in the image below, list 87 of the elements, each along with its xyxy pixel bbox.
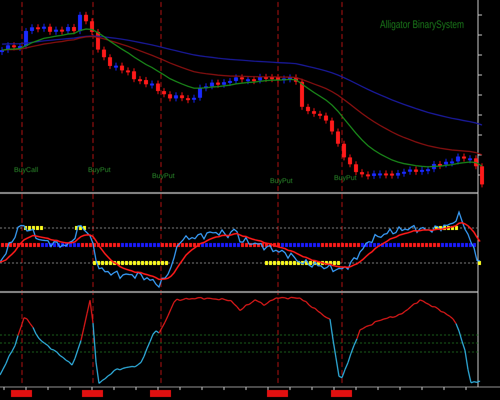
candlestick (324, 112, 328, 124)
candlestick (120, 62, 124, 74)
candlestick (192, 94, 196, 104)
candlestick (444, 158, 448, 168)
candlestick (108, 54, 112, 70)
candlestick (252, 76, 256, 85)
candlestick (54, 26, 58, 36)
candlestick (84, 11, 88, 25)
candlestick (102, 46, 106, 61)
candlestick (474, 154, 478, 170)
candlestick (228, 77, 232, 86)
candlestick (336, 128, 340, 148)
candlestick (18, 42, 22, 52)
time-marker (11, 390, 32, 397)
candlestick (0, 46, 4, 56)
candlestick (408, 166, 412, 176)
candlestick (426, 166, 430, 175)
candlestick (468, 154, 472, 164)
candlestick (216, 79, 220, 88)
candlestick (36, 24, 40, 33)
candlestick (246, 76, 250, 85)
candlestick (390, 170, 394, 180)
candlestick (438, 160, 442, 170)
candlestick (48, 23, 52, 36)
candlestick (462, 153, 466, 162)
candlestick (6, 42, 10, 54)
candlestick (90, 18, 94, 36)
candlestick (480, 162, 484, 188)
candlestick (12, 42, 16, 51)
candlestick (240, 74, 244, 83)
time-marker (267, 390, 288, 397)
candlestick (114, 62, 118, 72)
candlestick (342, 140, 346, 161)
candlestick (150, 80, 154, 89)
candlestick (450, 158, 454, 167)
time-marker (82, 390, 103, 397)
candlestick (96, 28, 100, 54)
candlestick (222, 78, 226, 88)
candlestick (318, 110, 322, 120)
candlestick (42, 23, 46, 32)
candlestick (78, 11, 82, 35)
candlestick (300, 78, 304, 110)
candlestick (174, 92, 178, 102)
candlestick (354, 160, 358, 176)
candlestick (306, 103, 310, 115)
candlestick (420, 166, 424, 176)
candlestick (402, 168, 406, 178)
candlestick (198, 84, 202, 102)
time-marker (331, 390, 352, 397)
candlestick (24, 27, 28, 50)
candlestick (204, 82, 208, 92)
candlestick (384, 170, 388, 179)
candlestick (312, 108, 316, 118)
candlestick (276, 74, 280, 84)
candlestick (372, 170, 376, 180)
candlestick (234, 74, 238, 84)
candlestick (144, 76, 148, 88)
candlestick (360, 168, 364, 178)
candlestick (348, 154, 352, 168)
candlestick (378, 170, 382, 179)
candlestick (330, 117, 334, 135)
candlestick (60, 26, 64, 36)
candlestick (366, 170, 370, 180)
candlestick (456, 153, 460, 165)
candlestick (168, 90, 172, 102)
candlestick (126, 66, 130, 76)
candlestick (156, 80, 160, 95)
candlestick (138, 76, 142, 85)
candlestick (162, 88, 166, 98)
time-marker (150, 390, 171, 397)
candlestick (270, 74, 274, 83)
candlestick (66, 24, 70, 35)
chart-title: Alligator BinarySystem (380, 19, 491, 31)
candlestick (210, 79, 214, 90)
candlestick (72, 24, 76, 35)
candlestick (294, 74, 298, 86)
candlestick (264, 73, 268, 82)
candlestick (180, 92, 184, 102)
candlestick (396, 169, 400, 180)
candlestick (432, 160, 436, 173)
candlestick (288, 74, 292, 83)
candlestick (132, 68, 136, 83)
candlestick (282, 74, 286, 84)
candlestick (186, 94, 190, 104)
candlestick (258, 73, 262, 84)
candlestick (414, 166, 418, 176)
candlestick (30, 24, 34, 34)
